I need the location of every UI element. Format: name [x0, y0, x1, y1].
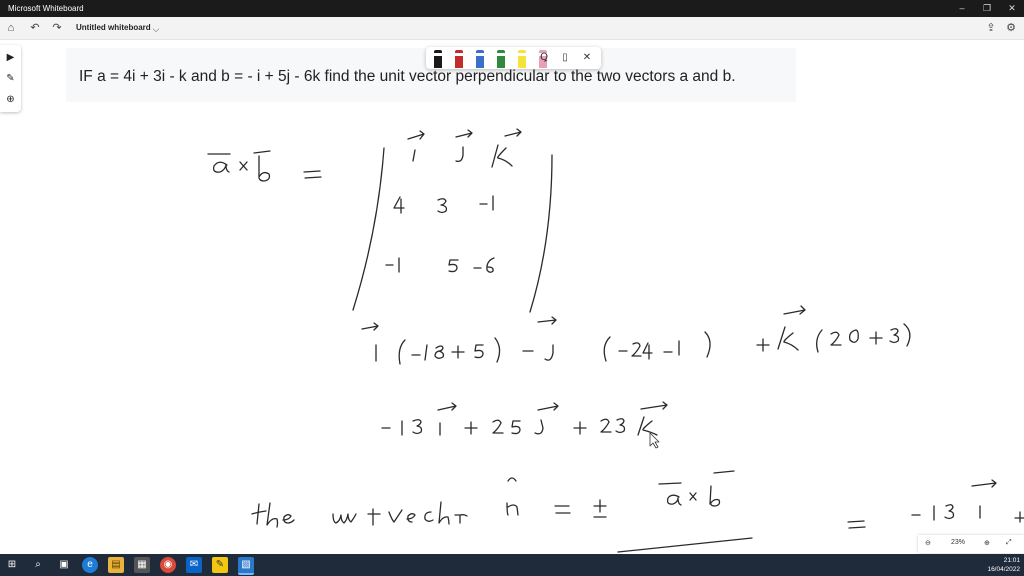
outlook-icon[interactable]: ✉: [186, 557, 202, 573]
zoom-in-icon[interactable]: ⊕: [984, 539, 990, 547]
ink-expansion-row: [361, 305, 911, 365]
handwritten-ink-layer: [207, 128, 1024, 553]
mouse-cursor: [649, 432, 660, 449]
taskbar: ⊞ ⌕ ▣ e ▤ ▦ ◉ ✉ ✎ ▧ 21:01 16/04/2022: [0, 554, 1024, 576]
file-explorer-icon[interactable]: ▤: [108, 557, 124, 573]
chrome-icon[interactable]: ◉: [160, 557, 176, 573]
clock-time: 21:01: [1003, 557, 1020, 564]
zoom-out-icon[interactable]: ⊖: [925, 539, 931, 547]
store-icon[interactable]: ▦: [134, 557, 150, 573]
system-clock[interactable]: 21:01 16/04/2022: [987, 556, 1020, 574]
clock-date: 16/04/2022: [987, 566, 1020, 573]
search-icon[interactable]: ⌕: [30, 557, 46, 573]
ink-cross-product-lhs: [207, 150, 322, 182]
ink-determinant: [352, 128, 553, 313]
sticky-notes-icon[interactable]: ✎: [212, 557, 228, 573]
ink-unit-vector-row: [251, 470, 1024, 553]
whiteboard-taskbar-icon[interactable]: ▧: [238, 557, 254, 575]
edge-icon[interactable]: e: [82, 557, 98, 573]
fit-screen-icon[interactable]: ⤢: [1006, 539, 1012, 547]
zoom-control: ⊖ 23% ⊕ ⤢: [918, 535, 1024, 553]
zoom-level: 23%: [951, 539, 966, 546]
ink-result-row: [381, 401, 668, 436]
task-view-icon[interactable]: ▣: [56, 557, 72, 573]
start-icon[interactable]: ⊞: [4, 557, 20, 573]
